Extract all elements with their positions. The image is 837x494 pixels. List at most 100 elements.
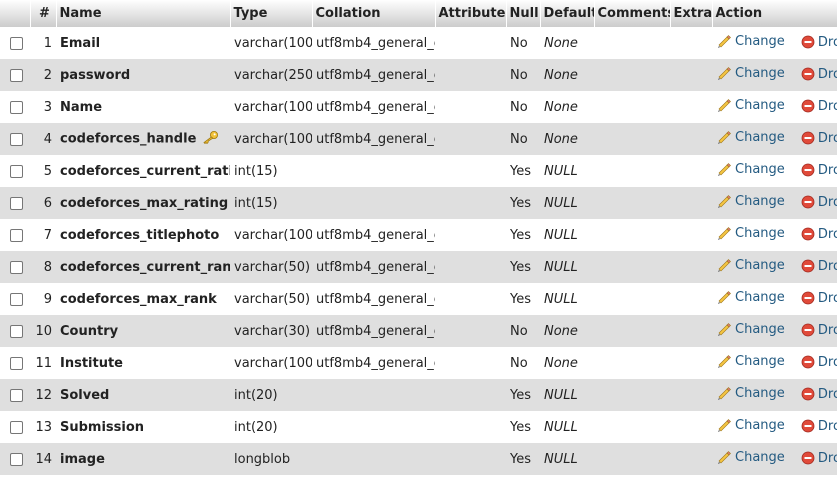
structure-table: # Name Type Collation Attributes Null De… (0, 0, 837, 475)
drop-icon (801, 35, 815, 49)
column-collation: utf8mb4_general_ci (316, 131, 435, 147)
header-extra[interactable]: Extra (670, 0, 713, 27)
drop-icon (801, 291, 815, 305)
change-link[interactable]: Change (716, 449, 785, 465)
drop-link[interactable]: Drop (801, 323, 837, 338)
drop-link[interactable]: Drop (801, 131, 837, 146)
drop-link[interactable]: Drop (801, 35, 837, 50)
drop-icon (801, 419, 815, 433)
drop-link[interactable]: Drop (801, 451, 837, 466)
drop-icon (801, 259, 815, 273)
row-checkbox[interactable] (10, 196, 23, 210)
change-link[interactable]: Change (716, 129, 785, 145)
column-name-cell: codeforces_titlephoto (56, 219, 230, 251)
drop-link[interactable]: Drop (801, 419, 837, 434)
table-row: 14 image longblob Yes NULL Change Dro (0, 443, 837, 475)
column-attributes (435, 59, 506, 91)
column-extra (670, 59, 712, 91)
header-name[interactable]: Name (56, 0, 231, 27)
column-extra (670, 187, 712, 219)
column-collation: utf8mb4_general_ci (316, 35, 435, 51)
drop-link[interactable]: Drop (801, 259, 837, 274)
drop-icon (801, 451, 815, 465)
column-default: NULL (544, 387, 578, 403)
row-checkbox[interactable] (10, 228, 23, 242)
change-link[interactable]: Change (716, 321, 785, 337)
drop-label: Drop (817, 418, 837, 434)
column-null: Yes (510, 291, 531, 307)
header-comments[interactable]: Comments (594, 0, 671, 27)
column-type: varchar(100) (234, 99, 312, 115)
header-attributes[interactable]: Attributes (435, 0, 507, 27)
row-checkbox[interactable] (10, 292, 23, 306)
drop-link[interactable]: Drop (801, 291, 837, 306)
table-row: 8 codeforces_current_rank varchar(50) ut… (0, 251, 837, 283)
change-link[interactable]: Change (716, 417, 785, 433)
column-comments (594, 91, 670, 123)
header-hash: # (30, 0, 57, 27)
drop-link[interactable]: Drop (801, 163, 837, 178)
column-comments (594, 443, 670, 475)
drop-icon (801, 323, 815, 337)
change-link[interactable]: Change (716, 289, 785, 305)
drop-label: Drop (817, 322, 837, 338)
header-collation[interactable]: Collation (312, 0, 436, 27)
row-checkbox[interactable] (10, 100, 23, 114)
row-checkbox[interactable] (10, 132, 23, 146)
row-number: 6 (43, 195, 52, 211)
change-link[interactable]: Change (716, 33, 785, 49)
change-link[interactable]: Change (716, 97, 785, 113)
row-checkbox[interactable] (10, 68, 23, 82)
table-row: 2 password varchar(250) utf8mb4_general_… (0, 59, 837, 91)
drop-link[interactable]: Drop (801, 387, 837, 402)
drop-link[interactable]: Drop (801, 67, 837, 82)
drop-link[interactable]: Drop (801, 99, 837, 114)
column-default: None (544, 99, 578, 115)
header-type[interactable]: Type (230, 0, 313, 27)
column-null: Yes (510, 259, 531, 275)
change-link[interactable]: Change (716, 225, 785, 241)
drop-link[interactable]: Drop (801, 355, 837, 370)
column-name: codeforces_max_rating (60, 195, 229, 211)
row-checkbox[interactable] (10, 164, 23, 178)
row-select-cell (0, 443, 30, 475)
change-label: Change (735, 417, 785, 433)
drop-label: Drop (817, 194, 837, 210)
row-checkbox[interactable] (10, 260, 23, 274)
change-link[interactable]: Change (716, 385, 785, 401)
column-extra (670, 315, 712, 347)
column-collation: utf8mb4_general_ci (316, 291, 435, 307)
row-checkbox[interactable] (10, 324, 23, 338)
drop-link[interactable]: Drop (801, 227, 837, 242)
change-link[interactable]: Change (716, 65, 785, 81)
row-checkbox[interactable] (10, 452, 23, 466)
row-number: 13 (35, 419, 52, 435)
column-default: NULL (544, 451, 578, 467)
column-null: Yes (510, 387, 531, 403)
row-checkbox[interactable] (10, 388, 23, 402)
header-null[interactable]: Null (506, 0, 541, 27)
change-label: Change (735, 97, 785, 113)
row-checkbox[interactable] (10, 420, 23, 434)
row-checkbox[interactable] (10, 356, 23, 370)
row-actions: Change Drop (712, 251, 837, 283)
column-comments (594, 251, 670, 283)
column-comments (594, 283, 670, 315)
change-link[interactable]: Change (716, 161, 785, 177)
row-select-cell (0, 187, 30, 219)
column-name: codeforces_max_rank (60, 291, 217, 307)
column-attributes (435, 91, 506, 123)
table-row: 13 Submission int(20) Yes NULL Change Dr… (0, 411, 837, 443)
column-name: Institute (60, 355, 124, 371)
column-collation: utf8mb4_general_ci (316, 99, 435, 115)
column-extra (670, 379, 712, 411)
change-link[interactable]: Change (716, 353, 785, 369)
change-link[interactable]: Change (716, 193, 785, 209)
drop-link[interactable]: Drop (801, 195, 837, 210)
row-select-cell (0, 283, 30, 315)
change-link[interactable]: Change (716, 257, 785, 273)
header-default[interactable]: Default (540, 0, 595, 27)
column-extra (670, 91, 712, 123)
row-select-cell (0, 59, 30, 91)
row-checkbox[interactable] (10, 36, 23, 50)
